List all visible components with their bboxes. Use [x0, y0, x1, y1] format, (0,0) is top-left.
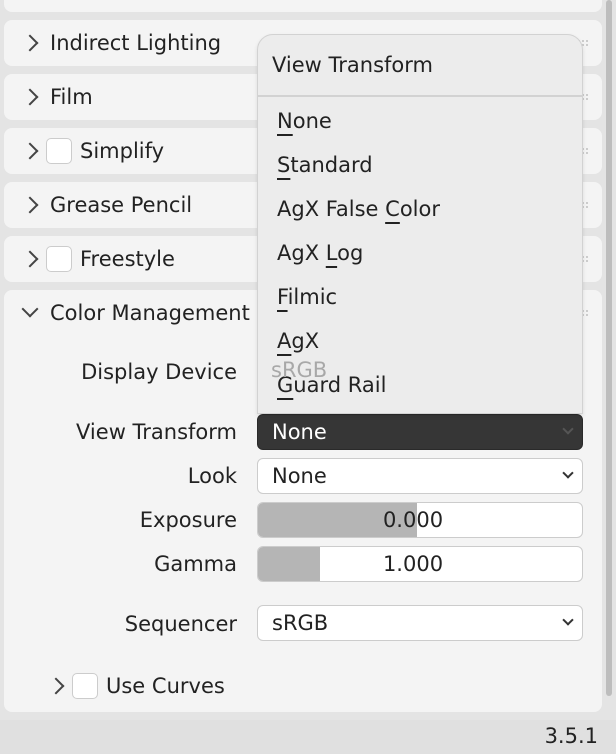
status-bar: 3.5.1: [0, 720, 616, 754]
sequencer-label: Sequencer: [124, 612, 237, 636]
use-curves-label: Use Curves: [106, 674, 225, 698]
menu-item[interactable]: AgX False Color: [277, 197, 440, 221]
panel-label: Indirect Lighting: [50, 31, 222, 55]
menu-item-text: og: [337, 241, 364, 265]
exposure-label: Exposure: [139, 508, 237, 532]
gamma-slider[interactable]: 1.000: [257, 546, 583, 582]
use-curves-checkbox[interactable]: [72, 673, 98, 699]
view-transform-menu: View Transform None Standard AgX False Col…: [257, 34, 583, 414]
menu-item-text: A: [277, 329, 292, 353]
sequencer-dropdown[interactable]: sRGB: [257, 605, 583, 641]
menu-item[interactable]: AgX: [277, 329, 319, 353]
menu-item-text: one: [292, 109, 332, 133]
menu-item-text: AgX: [277, 241, 326, 265]
chevron-right-icon: [21, 88, 39, 106]
exposure-slider[interactable]: 0.000: [257, 502, 583, 538]
menu-item-text: N: [277, 109, 293, 133]
chevron-right-icon: [21, 250, 39, 268]
look-label: Look: [187, 464, 237, 488]
exposure-value: 0.000: [382, 508, 444, 532]
display-device-value: sRGB: [271, 358, 328, 382]
menu-item-text: F: [277, 285, 288, 309]
version-label: 3.5.1: [544, 724, 598, 748]
menu-item-text: C: [385, 197, 400, 221]
menu-item[interactable]: None: [277, 109, 332, 133]
chevron-right-icon: [21, 196, 39, 214]
color-management-header[interactable]: Color Management: [21, 290, 250, 336]
freestyle-checkbox[interactable]: [46, 246, 72, 272]
menu-item-text: ilmic: [287, 285, 338, 309]
look-dropdown[interactable]: None: [257, 458, 583, 494]
panel-label: Freestyle: [80, 247, 175, 271]
panel-label: Simplify: [80, 139, 165, 163]
gamma-label: Gamma: [154, 552, 237, 576]
look-value: None: [272, 464, 327, 488]
panel-partial: [4, 0, 602, 12]
menu-item-text: AgX False: [277, 197, 386, 221]
menu-item[interactable]: AgX Log: [277, 241, 363, 265]
sequencer-value: sRGB: [272, 611, 329, 635]
use-curves-subpanel[interactable]: Use Curves: [47, 663, 225, 709]
menu-item-text: gX: [291, 329, 320, 353]
panel-label: Grease Pencil: [50, 193, 193, 217]
chevron-down-icon: [562, 614, 574, 626]
chevron-right-icon: [21, 34, 39, 52]
menu-title: View Transform: [272, 53, 433, 77]
gamma-value: 1.000: [382, 552, 444, 576]
menu-item-text: S: [277, 153, 291, 177]
menu-separator: [258, 95, 582, 97]
chevron-right-icon: [21, 142, 39, 160]
chevron-down-icon: [562, 467, 574, 479]
menu-item-text: tandard: [290, 153, 373, 177]
chevron-down-icon: [562, 423, 574, 435]
simplify-checkbox[interactable]: [46, 138, 72, 164]
menu-item[interactable]: Standard: [277, 153, 373, 177]
chevron-down-icon: [21, 300, 39, 318]
view-transform-dropdown[interactable]: None: [257, 414, 583, 450]
menu-item-text: L: [325, 241, 338, 265]
display-device-label: Display Device: [81, 360, 237, 384]
panel-label: Film: [50, 85, 93, 109]
scrollbar[interactable]: [606, 0, 612, 696]
menu-item[interactable]: Filmic: [277, 285, 337, 309]
view-transform-label: View Transform: [76, 420, 237, 444]
panel-label: Color Management: [50, 301, 250, 325]
view-transform-value: None: [272, 420, 327, 444]
menu-item-text: olor: [399, 197, 440, 221]
